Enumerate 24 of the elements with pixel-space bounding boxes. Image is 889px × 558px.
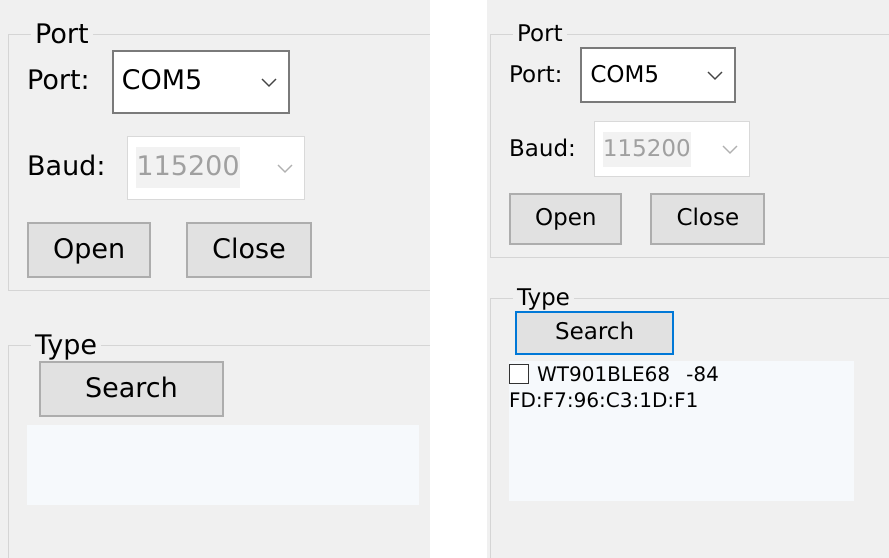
button[interactable]: Open [27,222,152,278]
dropdown[interactable]: COM5 [580,47,736,104]
device-name: WT901BLE68 [537,360,670,387]
field-label: Baud: [27,150,106,184]
group-title: Type [34,331,98,361]
chevron-down-icon [720,143,739,156]
field-label: Port: [27,64,90,98]
button[interactable]: Close [650,193,766,245]
group-title: Type [516,286,571,312]
group-title: Port [34,20,90,50]
device-address: FD:F7:96:C3:1D:F1 [509,386,700,413]
signal-strength: -84 [686,360,719,387]
field-label: Port: [509,61,562,90]
chevron-down-icon [260,76,278,88]
button[interactable]: Close [186,222,312,278]
search-button[interactable]: Search [515,311,674,355]
field-label: Baud: [509,135,576,164]
checkbox[interactable] [509,364,529,384]
group-title: Port [516,22,564,48]
button[interactable]: Open [509,193,622,245]
chevron-down-icon [276,162,294,174]
search-button[interactable]: Search [39,360,224,418]
dropdown[interactable]: COM5 [112,50,290,114]
chevron-down-icon [706,69,724,82]
